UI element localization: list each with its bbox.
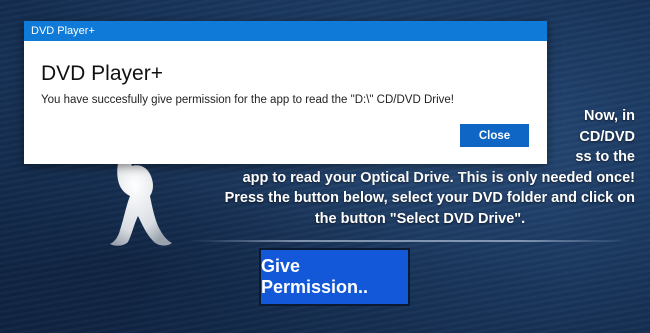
dialog-heading: DVD Player+ [41, 62, 163, 85]
figure-icon [110, 152, 172, 246]
instruction-line: the button "Select DVD Drive". [314, 210, 526, 227]
give-permission-button[interactable]: Give Permission.. [259, 248, 410, 306]
dialog-message: You have succesfully give permission for… [41, 94, 454, 106]
divider [190, 240, 630, 242]
dialog-titlebar: DVD Player+ [24, 21, 547, 41]
permission-dialog: DVD Player+ DVD Player+ You have succesf… [24, 21, 547, 164]
close-button[interactable]: Close [460, 124, 529, 147]
instruction-line: Press the button below, select your DVD … [224, 190, 635, 206]
instruction-line: app to read your Optical Drive. This is … [242, 169, 635, 186]
